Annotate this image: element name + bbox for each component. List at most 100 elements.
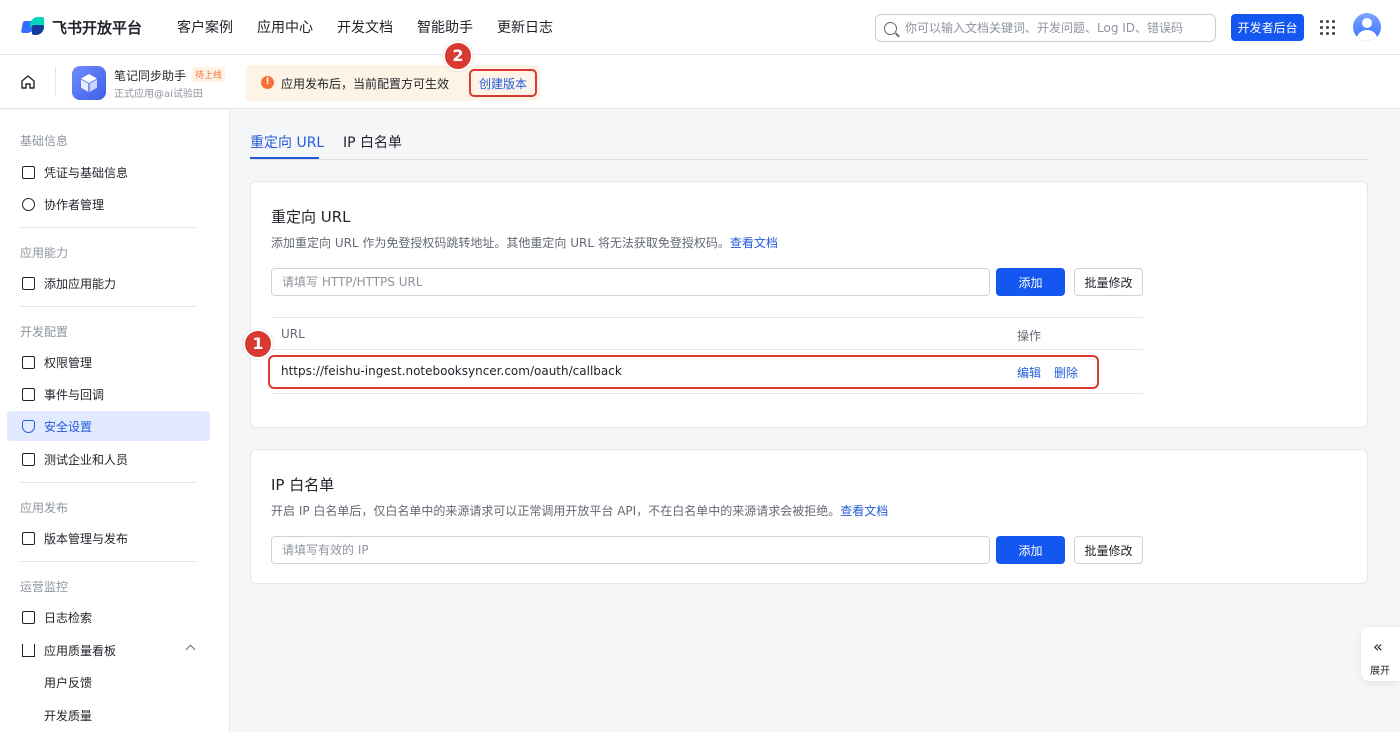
ip-whitelist-card: IP 白名单 开启 IP 白名单后，仅白名单中的来源请求可以正常调用开放平台 A…: [250, 449, 1368, 584]
log-search-icon: [22, 610, 35, 624]
warning-icon: !: [261, 76, 274, 89]
doc-link[interactable]: 查看文档: [730, 236, 778, 250]
sidebar-item-label: 凭证与基础信息: [44, 165, 129, 180]
sidebar-item-versions[interactable]: 版本管理与发布: [7, 523, 210, 553]
sidebar-item-label: 事件与回调: [44, 387, 105, 402]
divider: [20, 227, 196, 228]
sidebar-item-quality-board[interactable]: 应用质量看板: [7, 635, 210, 665]
batch-edit-button[interactable]: 批量修改: [1074, 268, 1143, 296]
sidebar-section-capability: 应用能力: [20, 246, 69, 260]
nav-links: 客户案例 应用中心 开发文档 智能助手 更新日志: [177, 17, 577, 37]
brand-name: 飞书开放平台: [52, 18, 143, 37]
search-box[interactable]: [875, 14, 1216, 42]
top-nav: 飞书开放平台 客户案例 应用中心 开发文档 智能助手 更新日志 开发者后台: [0, 0, 1400, 55]
sidebar-item-credentials[interactable]: 凭证与基础信息: [7, 157, 210, 187]
sidebar-section-dev-config: 开发配置: [20, 325, 69, 339]
nav-link-changelog[interactable]: 更新日志: [497, 17, 553, 37]
add-ip-button[interactable]: 添加: [996, 536, 1065, 564]
shield-icon: [22, 419, 35, 433]
expand-panel-button[interactable]: « 展开: [1361, 627, 1400, 681]
sidebar-item-label: 开发质量: [44, 708, 93, 723]
sidebar-item-test-enterprise[interactable]: 测试企业和人员: [7, 444, 210, 474]
create-version-button[interactable]: 创建版本: [469, 69, 537, 97]
column-url: URL: [281, 327, 305, 341]
sidebar-item-user-feedback[interactable]: 用户反馈: [7, 667, 210, 697]
sidebar-item-label: 安全设置: [44, 419, 93, 434]
sidebar-item-label: 用户反馈: [44, 675, 93, 690]
chevron-up-icon[interactable]: [185, 644, 196, 655]
sidebar-section-release: 应用发布: [20, 501, 69, 515]
security-tabs: 重定向 URL IP 白名单: [250, 110, 1368, 160]
app-name: 笔记同步助手: [114, 69, 187, 83]
apps-grid-icon[interactable]: [1320, 20, 1336, 36]
upload-icon: [22, 531, 35, 545]
app-cube-icon: [72, 66, 106, 100]
sidebar-item-permissions[interactable]: 权限管理: [7, 347, 210, 377]
doc-link[interactable]: 查看文档: [840, 504, 888, 518]
sidebar-item-label: 权限管理: [44, 355, 93, 370]
nav-link-app-center[interactable]: 应用中心: [257, 17, 313, 37]
description-text: 开启 IP 白名单后，仅白名单中的来源请求可以正常调用开放平台 API，不在白名…: [271, 504, 841, 518]
sidebar-item-label: 协作者管理: [44, 197, 105, 212]
redirect-url-card: 重定向 URL 添加重定向 URL 作为免登授权码跳转地址。其他重定向 URL …: [250, 181, 1368, 428]
nav-link-assistant[interactable]: 智能助手: [417, 17, 473, 37]
app-status-badge: 待上线: [192, 67, 226, 82]
sidebar-item-events[interactable]: 事件与回调: [7, 379, 210, 409]
sidebar-item-label: 应用质量看板: [44, 643, 117, 658]
sidebar-item-security[interactable]: 安全设置: [7, 411, 210, 441]
divider: [55, 67, 56, 97]
bar-chart-icon: [22, 643, 35, 657]
brand[interactable]: 飞书开放平台: [20, 17, 177, 38]
sidebar-item-label: 测试企业和人员: [44, 452, 129, 467]
sidebar-item-log-search[interactable]: 日志检索: [7, 602, 210, 632]
search-input[interactable]: [905, 21, 1205, 35]
sidebar-item-label: 添加应用能力: [44, 276, 117, 291]
expand-label: 展开: [1370, 666, 1390, 677]
section-description: 开启 IP 白名单后，仅白名单中的来源请求可以正常调用开放平台 API，不在白名…: [271, 502, 888, 519]
feishu-logo-icon: [20, 17, 46, 37]
search-icon: [884, 21, 897, 35]
event-icon: [22, 387, 35, 401]
section-description: 添加重定向 URL 作为免登授权码跳转地址。其他重定向 URL 将无法获取免登授…: [271, 234, 778, 251]
ip-input[interactable]: [271, 536, 990, 564]
user-add-icon: [22, 197, 35, 211]
notice-text: 应用发布后，当前配置方可生效: [281, 77, 450, 91]
sidebar: 基础信息 凭证与基础信息 协作者管理 应用能力 添加应用能力 开发配置 权限管理…: [0, 110, 230, 732]
section-title: IP 白名单: [271, 476, 335, 494]
sidebar-item-add-capability[interactable]: 添加应用能力: [7, 268, 210, 298]
sidebar-item-label: 日志检索: [44, 610, 93, 625]
sidebar-item-collaborators[interactable]: 协作者管理: [7, 189, 210, 219]
batch-edit-ip-button[interactable]: 批量修改: [1074, 536, 1143, 564]
home-icon[interactable]: [20, 74, 36, 90]
description-text: 添加重定向 URL 作为免登授权码跳转地址。其他重定向 URL 将无法获取免登授…: [271, 236, 730, 250]
annotation-marker-1: 1: [243, 329, 273, 359]
add-url-button[interactable]: 添加: [996, 268, 1065, 296]
user-avatar[interactable]: [1353, 13, 1381, 41]
annotation-marker-2: 2: [443, 41, 473, 71]
active-tab-indicator: [250, 157, 319, 159]
sidebar-section-basic: 基础信息: [20, 134, 69, 148]
section-title: 重定向 URL: [271, 208, 351, 226]
nav-link-docs[interactable]: 开发文档: [337, 17, 393, 37]
credential-icon: [22, 165, 35, 179]
row-highlight-box: [268, 355, 1099, 389]
sidebar-item-label: 版本管理与发布: [44, 531, 129, 546]
tab-redirect-url[interactable]: 重定向 URL: [250, 132, 324, 152]
divider: [20, 482, 196, 483]
code-icon: [22, 452, 35, 466]
sidebar-section-monitoring: 运营监控: [20, 580, 69, 594]
permission-icon: [22, 355, 35, 369]
tab-ip-whitelist[interactable]: IP 白名单: [343, 132, 402, 152]
app-subtitle: 正式应用@ai试验田: [114, 89, 203, 100]
nav-link-cases[interactable]: 客户案例: [177, 17, 233, 37]
table-header: URL 操作: [271, 317, 1143, 350]
sidebar-item-dev-quality[interactable]: 开发质量: [7, 700, 210, 730]
divider: [20, 561, 196, 562]
redirect-url-input[interactable]: [271, 268, 990, 296]
column-actions: 操作: [1017, 329, 1042, 343]
divider: [20, 306, 196, 307]
add-capability-icon: [22, 276, 35, 290]
double-chevron-left-icon: «: [1373, 637, 1383, 656]
dev-console-button[interactable]: 开发者后台: [1231, 14, 1304, 41]
app-bar: 笔记同步助手 待上线 正式应用@ai试验田 ! 应用发布后，当前配置方可生效: [0, 55, 1400, 109]
